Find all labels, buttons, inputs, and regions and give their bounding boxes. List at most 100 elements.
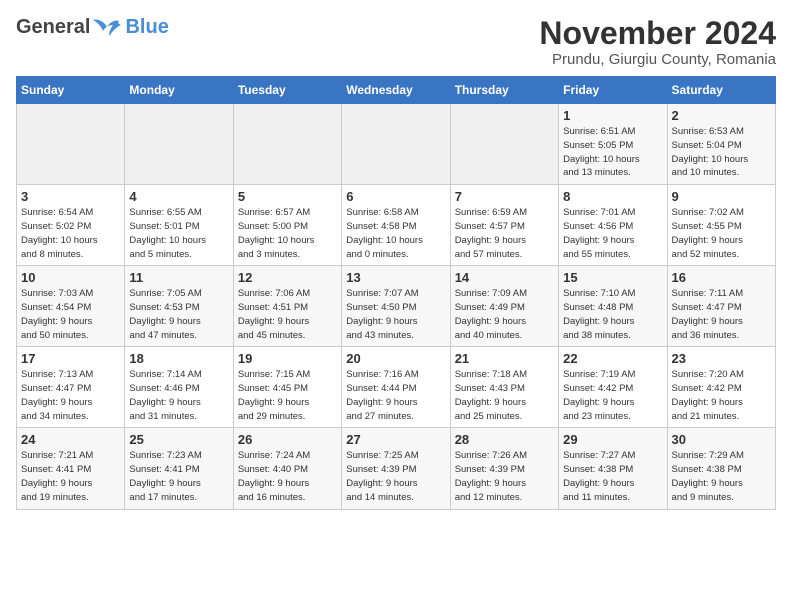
calendar-cell xyxy=(125,104,233,185)
calendar-cell: 20 Sunrise: 7:16 AM Sunset: 4:44 PM Dayli… xyxy=(342,347,450,428)
day-number: 27 xyxy=(346,432,445,447)
calendar-cell: 7Sunrise: 6:59 AM Sunset: 4:57 PM Daylig… xyxy=(450,185,558,266)
calendar-cell: 1 Sunrise: 6:51 AM Sunset: 5:05 PM Daylig… xyxy=(559,104,667,185)
calendar-cell: 9 Sunrise: 7:02 AM Sunset: 4:55 PM Daylig… xyxy=(667,185,775,266)
calendar-cell: 27 Sunrise: 7:25 AM Sunset: 4:39 PM Dayli… xyxy=(342,428,450,509)
day-number: 30 xyxy=(672,432,771,447)
calendar-cell: 21 Sunrise: 7:18 AM Sunset: 4:43 PM Dayli… xyxy=(450,347,558,428)
day-number: 3 xyxy=(21,189,120,204)
day-number: 14 xyxy=(455,270,554,285)
day-info: Sunrise: 7:11 AM Sunset: 4:47 PM Dayligh… xyxy=(672,287,771,342)
calendar-cell: 19 Sunrise: 7:15 AM Sunset: 4:45 PM Dayli… xyxy=(233,347,341,428)
calendar-cell: 29Sunrise: 7:27 AM Sunset: 4:38 PM Dayli… xyxy=(559,428,667,509)
weekday-header-friday: Friday xyxy=(559,77,667,104)
weekday-header-wednesday: Wednesday xyxy=(342,77,450,104)
calendar-cell: 28 Sunrise: 7:26 AM Sunset: 4:39 PM Dayli… xyxy=(450,428,558,509)
calendar-cell: 22Sunrise: 7:19 AM Sunset: 4:42 PM Dayli… xyxy=(559,347,667,428)
day-number: 13 xyxy=(346,270,445,285)
calendar-week-row: 24 Sunrise: 7:21 AM Sunset: 4:41 PM Dayli… xyxy=(17,428,776,509)
day-info: Sunrise: 7:07 AM Sunset: 4:50 PM Dayligh… xyxy=(346,287,445,342)
day-number: 16 xyxy=(672,270,771,285)
day-info: Sunrise: 7:09 AM Sunset: 4:49 PM Dayligh… xyxy=(455,287,554,342)
location-text: Prundu, Giurgiu County, Romania xyxy=(539,51,776,68)
calendar-cell: 25 Sunrise: 7:23 AM Sunset: 4:41 PM Dayli… xyxy=(125,428,233,509)
day-info: Sunrise: 7:01 AM Sunset: 4:56 PM Dayligh… xyxy=(563,206,662,261)
calendar-cell: 12Sunrise: 7:06 AM Sunset: 4:51 PM Dayli… xyxy=(233,266,341,347)
day-info: Sunrise: 7:14 AM Sunset: 4:46 PM Dayligh… xyxy=(129,368,228,423)
day-info: Sunrise: 7:13 AM Sunset: 4:47 PM Dayligh… xyxy=(21,368,120,423)
calendar-cell: 8 Sunrise: 7:01 AM Sunset: 4:56 PM Daylig… xyxy=(559,185,667,266)
month-title: November 2024 xyxy=(539,16,776,51)
day-number: 18 xyxy=(129,351,228,366)
calendar-cell xyxy=(17,104,125,185)
calendar-cell: 30Sunrise: 7:29 AM Sunset: 4:38 PM Dayli… xyxy=(667,428,775,509)
day-info: Sunrise: 7:10 AM Sunset: 4:48 PM Dayligh… xyxy=(563,287,662,342)
day-number: 20 xyxy=(346,351,445,366)
day-number: 10 xyxy=(21,270,120,285)
day-number: 21 xyxy=(455,351,554,366)
day-number: 15 xyxy=(563,270,662,285)
calendar-cell: 2 Sunrise: 6:53 AM Sunset: 5:04 PM Daylig… xyxy=(667,104,775,185)
calendar-cell: 18 Sunrise: 7:14 AM Sunset: 4:46 PM Dayli… xyxy=(125,347,233,428)
day-info: Sunrise: 6:59 AM Sunset: 4:57 PM Dayligh… xyxy=(455,206,554,261)
calendar-cell: 5 Sunrise: 6:57 AM Sunset: 5:00 PM Daylig… xyxy=(233,185,341,266)
calendar-cell: 15 Sunrise: 7:10 AM Sunset: 4:48 PM Dayli… xyxy=(559,266,667,347)
calendar-cell: 13 Sunrise: 7:07 AM Sunset: 4:50 PM Dayli… xyxy=(342,266,450,347)
day-info: Sunrise: 7:02 AM Sunset: 4:55 PM Dayligh… xyxy=(672,206,771,261)
day-info: Sunrise: 7:16 AM Sunset: 4:44 PM Dayligh… xyxy=(346,368,445,423)
day-info: Sunrise: 7:15 AM Sunset: 4:45 PM Dayligh… xyxy=(238,368,337,423)
day-number: 12 xyxy=(238,270,337,285)
day-info: Sunrise: 7:21 AM Sunset: 4:41 PM Dayligh… xyxy=(21,449,120,504)
weekday-header-saturday: Saturday xyxy=(667,77,775,104)
calendar-cell xyxy=(342,104,450,185)
day-number: 25 xyxy=(129,432,228,447)
calendar-cell: 14 Sunrise: 7:09 AM Sunset: 4:49 PM Dayli… xyxy=(450,266,558,347)
title-section: November 2024 Prundu, Giurgiu County, Ro… xyxy=(539,16,776,68)
day-info: Sunrise: 7:24 AM Sunset: 4:40 PM Dayligh… xyxy=(238,449,337,504)
page-header: General Blue November 2024 Prundu, Giurg… xyxy=(16,16,776,68)
day-info: Sunrise: 6:57 AM Sunset: 5:00 PM Dayligh… xyxy=(238,206,337,261)
calendar-cell: 26 Sunrise: 7:24 AM Sunset: 4:40 PM Dayli… xyxy=(233,428,341,509)
weekday-header-tuesday: Tuesday xyxy=(233,77,341,104)
day-info: Sunrise: 7:26 AM Sunset: 4:39 PM Dayligh… xyxy=(455,449,554,504)
day-number: 9 xyxy=(672,189,771,204)
calendar-cell: 4 Sunrise: 6:55 AM Sunset: 5:01 PM Daylig… xyxy=(125,185,233,266)
day-info: Sunrise: 7:03 AM Sunset: 4:54 PM Dayligh… xyxy=(21,287,120,342)
calendar-cell: 3Sunrise: 6:54 AM Sunset: 5:02 PM Daylig… xyxy=(17,185,125,266)
calendar-table: SundayMondayTuesdayWednesdayThursdayFrid… xyxy=(16,76,776,509)
calendar-week-row: 1 Sunrise: 6:51 AM Sunset: 5:05 PM Daylig… xyxy=(17,104,776,185)
day-info: Sunrise: 7:19 AM Sunset: 4:42 PM Dayligh… xyxy=(563,368,662,423)
weekday-header-monday: Monday xyxy=(125,77,233,104)
day-number: 23 xyxy=(672,351,771,366)
calendar-week-row: 17Sunrise: 7:13 AM Sunset: 4:47 PM Dayli… xyxy=(17,347,776,428)
day-info: Sunrise: 6:53 AM Sunset: 5:04 PM Dayligh… xyxy=(672,125,771,180)
day-info: Sunrise: 6:58 AM Sunset: 4:58 PM Dayligh… xyxy=(346,206,445,261)
day-number: 28 xyxy=(455,432,554,447)
day-number: 29 xyxy=(563,432,662,447)
calendar-cell: 11Sunrise: 7:05 AM Sunset: 4:53 PM Dayli… xyxy=(125,266,233,347)
day-number: 24 xyxy=(21,432,120,447)
day-info: Sunrise: 6:51 AM Sunset: 5:05 PM Dayligh… xyxy=(563,125,662,180)
day-info: Sunrise: 7:23 AM Sunset: 4:41 PM Dayligh… xyxy=(129,449,228,504)
day-info: Sunrise: 6:55 AM Sunset: 5:01 PM Dayligh… xyxy=(129,206,228,261)
logo: General Blue xyxy=(16,16,169,39)
day-number: 4 xyxy=(129,189,228,204)
weekday-header-sunday: Sunday xyxy=(17,77,125,104)
weekday-header-row: SundayMondayTuesdayWednesdayThursdayFrid… xyxy=(17,77,776,104)
calendar-week-row: 3Sunrise: 6:54 AM Sunset: 5:02 PM Daylig… xyxy=(17,185,776,266)
day-number: 19 xyxy=(238,351,337,366)
day-number: 5 xyxy=(238,189,337,204)
calendar-cell: 6 Sunrise: 6:58 AM Sunset: 4:58 PM Daylig… xyxy=(342,185,450,266)
logo-bird-icon xyxy=(91,17,123,39)
calendar-cell xyxy=(450,104,558,185)
calendar-cell: 24 Sunrise: 7:21 AM Sunset: 4:41 PM Dayli… xyxy=(17,428,125,509)
day-number: 6 xyxy=(346,189,445,204)
day-number: 1 xyxy=(563,108,662,123)
day-info: Sunrise: 7:18 AM Sunset: 4:43 PM Dayligh… xyxy=(455,368,554,423)
day-info: Sunrise: 7:25 AM Sunset: 4:39 PM Dayligh… xyxy=(346,449,445,504)
day-number: 2 xyxy=(672,108,771,123)
calendar-cell: 17Sunrise: 7:13 AM Sunset: 4:47 PM Dayli… xyxy=(17,347,125,428)
day-info: Sunrise: 7:20 AM Sunset: 4:42 PM Dayligh… xyxy=(672,368,771,423)
day-number: 26 xyxy=(238,432,337,447)
day-number: 8 xyxy=(563,189,662,204)
